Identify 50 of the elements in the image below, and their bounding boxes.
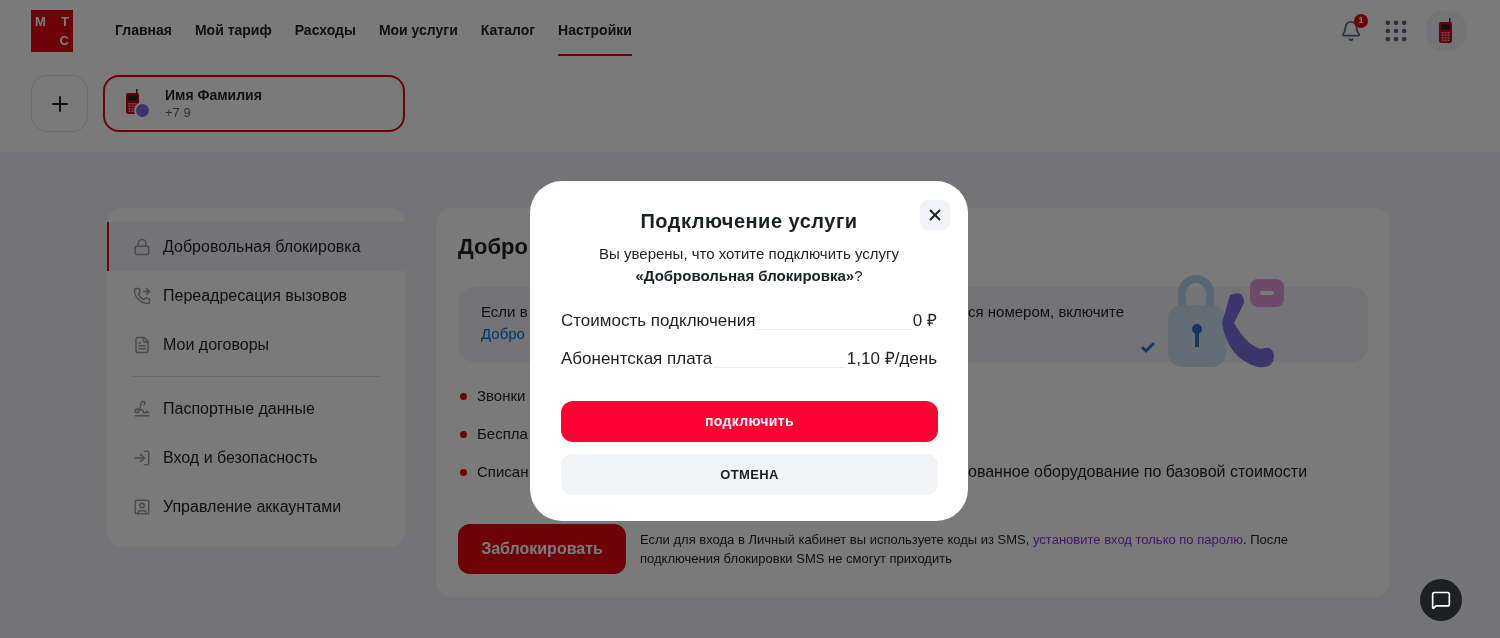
cancel-button[interactable]: ОТМЕНА [561, 454, 938, 495]
signature-icon [133, 399, 151, 418]
profile-button[interactable] [1426, 11, 1466, 51]
badge-icon [134, 101, 151, 119]
logo[interactable]: М Т С [31, 10, 73, 52]
price-label: Стоимость подключения [561, 309, 756, 332]
price-value: 0 ₽ [912, 309, 937, 332]
document-icon [133, 335, 151, 354]
phone-icon [133, 286, 151, 305]
note-text: Если для входа в Личный кабинет вы используете коды из SMS, установите вход только по паролю. После подключения блокировки SMS не смогут приходить [640, 531, 1290, 568]
sidebar-item[interactable]: Паспортные данные [107, 384, 405, 433]
sidebar-item[interactable]: Управление аккаунтами [107, 482, 405, 531]
account-card[interactable]: Имя Фамилия +7 9 [103, 75, 405, 132]
bullet-text: Беспла [477, 423, 529, 444]
connect-button[interactable]: подключить [561, 401, 938, 442]
sidebar-item[interactable]: Добровольная блокировка [107, 222, 405, 271]
page-title: Добро [458, 233, 528, 261]
close-button[interactable] [920, 200, 950, 230]
nav-tab[interactable]: Мой тариф [194, 6, 272, 56]
dialog-message: Вы уверены, что хотите подключить услугу «Добровольная блокировка»? [598, 244, 900, 286]
mobile-phone-icon [125, 88, 141, 115]
info-text: ся номером, включите [968, 302, 1124, 322]
nav-tab[interactable]: Настройки [558, 6, 632, 56]
nav-tab[interactable]: Мои услуги [378, 6, 458, 56]
info-text: Если в [481, 302, 529, 322]
account-phone: +7 9 [165, 103, 192, 122]
info-link[interactable]: Добро [481, 323, 530, 345]
dialog-title: Подключение услуги [640, 209, 858, 234]
sidebar-item[interactable]: Переадресация вызовов [107, 271, 405, 320]
nav-tab[interactable]: Расходы [294, 6, 356, 56]
bullet-text: Списан [477, 461, 530, 482]
sidebar-item[interactable]: Мои договоры [107, 320, 405, 369]
block-button[interactable]: Заблокировать [458, 524, 626, 574]
password-login-link[interactable]: установите вход только по паролю [1033, 532, 1243, 547]
price-value: 1,10 ₽/день [846, 347, 937, 370]
lock-icon [133, 237, 151, 256]
login-icon [133, 448, 151, 467]
nav-tab[interactable]: Каталог [480, 6, 536, 56]
price-label: Абонентская плата [561, 347, 713, 370]
user-card-icon [133, 497, 151, 516]
nav-tab[interactable]: Главная [115, 6, 172, 56]
notification-button[interactable]: 1 [1338, 18, 1364, 44]
bullet-text: ованное оборудование по базовой стоимости [968, 462, 1308, 482]
mobile-phone-icon [1438, 18, 1454, 44]
sidebar-item[interactable]: Вход и безопасность [107, 433, 405, 482]
chat-button[interactable] [1420, 579, 1462, 621]
notification-count: 1 [1354, 14, 1368, 28]
chat-icon [1431, 590, 1451, 610]
account-name: Имя Фамилия [165, 85, 262, 104]
bullet-text: Звонки [477, 385, 527, 406]
